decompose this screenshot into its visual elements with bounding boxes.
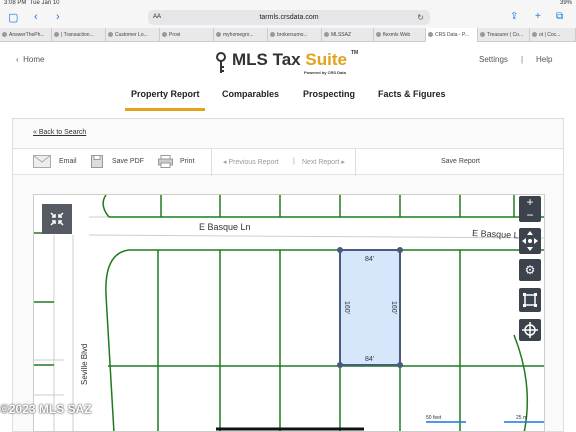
save-icon <box>91 155 103 168</box>
browser-tab[interactable]: brokersumo... <box>268 28 322 42</box>
pan-control[interactable] <box>519 228 541 254</box>
tab-facts-figures[interactable]: Facts & Figures <box>378 89 446 99</box>
home-link[interactable]: ‹ Home <box>16 55 44 64</box>
parcel-map[interactable]: E Basque Ln E Basque Ln Seville Blvd 84'… <box>33 194 545 432</box>
toolbar-divider <box>211 149 212 176</box>
parcel-lines <box>34 195 544 431</box>
ios-status-bar: 3:08 PM Tue Jan 10 39% <box>0 0 576 8</box>
scale-meters-label: 25 m <box>516 415 527 421</box>
pan-arrows-icon <box>522 231 538 251</box>
street-label-seville: Seville Blvd <box>80 344 89 385</box>
browser-tab[interactable]: Treasurer | Co... <box>478 28 530 42</box>
browser-tab-active[interactable]: CRS Data - P... <box>426 28 478 42</box>
sidebar-toggle-icon[interactable]: ▢ <box>8 11 18 24</box>
lot-corner <box>397 247 403 253</box>
zoom-control: + − <box>519 196 541 222</box>
next-report-label: Next Report <box>302 159 340 166</box>
collapse-arrows-icon <box>50 212 64 226</box>
browser-tab[interactable]: flexmls Web <box>374 28 426 42</box>
browser-tab[interactable]: ot | Coc... <box>530 28 576 42</box>
email-button[interactable]: Email <box>59 158 77 165</box>
browser-tab[interactable]: | Transaction... <box>52 28 106 42</box>
logo-subtitle: Powered by CRS Data <box>304 70 346 75</box>
print-button[interactable]: Print <box>180 158 194 165</box>
browser-tab[interactable]: Customer Lo... <box>106 28 160 42</box>
reader-aa-button[interactable]: AA <box>153 10 161 25</box>
lot-left-dimension: 160' <box>343 301 350 314</box>
parcel-map-canvas[interactable]: E Basque Ln E Basque Ln Seville Blvd 84'… <box>34 195 545 432</box>
tab-overview-icon[interactable]: ⧉ <box>556 11 563 22</box>
crosshair-icon <box>522 322 538 338</box>
lot-corner <box>337 362 343 368</box>
save-pdf-button[interactable]: Save PDF <box>112 158 144 165</box>
lot-corner <box>397 362 403 368</box>
tab-comparables[interactable]: Comparables <box>222 89 279 99</box>
status-date: Tue Jan 10 <box>29 0 60 6</box>
browser-toolbar: ▢ ‹ › AA tarmls.crsdata.com ↻ ⇪ + ⧉ <box>0 8 576 28</box>
active-tab-indicator <box>125 108 205 111</box>
home-label: Home <box>23 55 45 64</box>
browser-tab[interactable]: MLSSAZ <box>322 28 374 42</box>
url-text: tarmls.crsdata.com <box>259 14 319 21</box>
toolbar-divider <box>355 149 356 176</box>
map-locate-button[interactable] <box>519 319 541 341</box>
street-label-basque-right: E Basque Ln <box>472 228 524 241</box>
chevron-left-icon: ‹ <box>16 55 19 64</box>
help-link[interactable]: Help <box>536 55 552 64</box>
tab-prospecting[interactable]: Prospecting <box>303 89 355 99</box>
map-select-button[interactable] <box>519 288 541 312</box>
logo-trademark: TM <box>351 50 359 56</box>
header-separator: | <box>521 55 524 64</box>
new-tab-icon[interactable]: + <box>535 11 541 22</box>
triangle-right-icon: ▸ <box>341 159 345 166</box>
previous-report-label: Previous Report <box>228 159 279 166</box>
print-icon <box>158 155 173 168</box>
lot-right-dimension: 160' <box>390 301 397 314</box>
select-region-icon <box>523 293 537 307</box>
fullscreen-button[interactable] <box>42 204 72 234</box>
browser-tab[interactable]: myhomegro... <box>214 28 268 42</box>
browser-tab[interactable]: Provi <box>160 28 214 42</box>
lot-corner <box>337 247 343 253</box>
site-header: ‹ Home MLS Tax Suite TM Powered by CRS D… <box>0 42 576 84</box>
gear-icon: ⚙ <box>524 263 536 277</box>
back-to-search-link[interactable]: « Back to Search <box>33 129 86 136</box>
save-report-button[interactable]: Save Report <box>441 158 480 165</box>
browser-tab[interactable]: AnswerThePh... <box>0 28 52 42</box>
forward-arrow-icon[interactable]: › <box>56 11 60 23</box>
address-bar[interactable]: AA tarmls.crsdata.com ↻ <box>148 10 430 25</box>
triangle-left-icon: ◂ <box>223 159 227 166</box>
back-arrow-icon[interactable]: ‹ <box>34 11 38 23</box>
key-icon <box>216 52 226 73</box>
scale-feet-label: 50 feet <box>426 415 442 421</box>
copyright-watermark: ©2023 MLS SAZ <box>0 402 92 416</box>
main-nav: Property Report Comparables Prospecting … <box>0 84 576 111</box>
share-icon[interactable]: ⇪ <box>510 11 518 22</box>
logo-main-text: MLS Tax <box>232 50 306 69</box>
battery-level: 39% <box>559 0 572 6</box>
lot-bottom-dimension: 84' <box>365 356 374 363</box>
zoom-out-icon[interactable]: − <box>519 209 541 222</box>
browser-tab-strip: AnswerThePh... | Transaction... Customer… <box>0 28 576 42</box>
report-nav-divider: | <box>293 158 295 165</box>
status-time: 3:08 PM <box>4 0 27 6</box>
settings-link[interactable]: Settings <box>479 55 508 64</box>
street-label-basque-left: E Basque Ln <box>199 222 251 232</box>
reload-icon[interactable]: ↻ <box>417 10 424 25</box>
report-toolbar: Email Save PDF Print ◂ Previous Report |… <box>13 148 563 176</box>
map-settings-button[interactable]: ⚙ <box>519 259 541 281</box>
tab-property-report[interactable]: Property Report <box>131 89 200 99</box>
logo-title: MLS Tax Suite <box>232 50 347 70</box>
lot-top-dimension: 84' <box>365 256 374 263</box>
next-report-button[interactable]: Next Report ▸ <box>302 158 345 166</box>
email-icon <box>33 155 51 168</box>
previous-report-button[interactable]: ◂ Previous Report <box>223 158 279 166</box>
logo-accent-text: Suite <box>305 50 347 69</box>
